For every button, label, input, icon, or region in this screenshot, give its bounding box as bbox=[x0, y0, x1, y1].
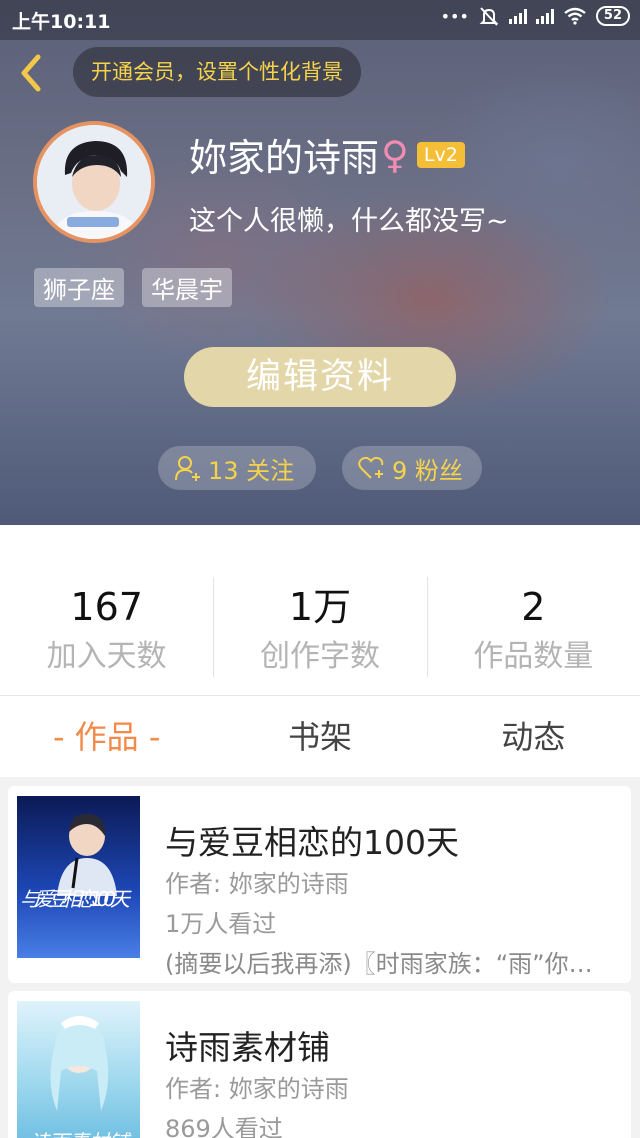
nickname: 妳家的诗雨 bbox=[189, 136, 380, 180]
stat-days-label: 加入天数 bbox=[46, 639, 167, 674]
tab-works[interactable]: - 作品 - bbox=[0, 696, 213, 777]
following-button[interactable]: 13 关注 bbox=[158, 446, 316, 490]
stats-bar: 167 加入天数 1万 创作字数 2 作品数量 bbox=[0, 525, 640, 695]
work-views: 1万人看过 bbox=[165, 910, 277, 938]
work-views: 869人看过 bbox=[165, 1115, 283, 1138]
nickname-row: 妳家的诗雨 ♀ Lv2 bbox=[189, 127, 465, 182]
tab-bookshelf[interactable]: 书架 bbox=[213, 696, 426, 777]
work-title: 与爱豆相恋的100天 bbox=[165, 823, 459, 862]
level-badge: Lv2 bbox=[416, 141, 465, 168]
alarm-off-icon bbox=[479, 7, 499, 26]
status-time: 上午10:11 bbox=[12, 11, 111, 33]
stat-works-value: 2 bbox=[521, 585, 546, 629]
stat-days: 167 加入天数 bbox=[0, 525, 213, 695]
book-cover-image: 诗雨素材铺 bbox=[17, 1001, 140, 1138]
status-icons: ••• 52 bbox=[441, 6, 630, 26]
edit-profile-button[interactable]: 编辑资料 bbox=[184, 347, 456, 407]
stat-days-value: 167 bbox=[70, 585, 143, 629]
profile-tabs: - 作品 - 书架 动态 bbox=[0, 695, 640, 777]
stat-words-label: 创作字数 bbox=[259, 639, 380, 674]
battery-icon: 52 bbox=[595, 6, 630, 26]
works-list: 与爱豆相恋100天 与爱豆相恋的100天 作者: 妳家的诗雨 1万人看过 (摘要… bbox=[0, 777, 640, 1138]
tag-zodiac: 狮子座 bbox=[34, 268, 124, 307]
bio-text: 这个人很懒，什么都没写~ bbox=[189, 206, 509, 237]
book-cover: 与爱豆相恋100天 bbox=[17, 796, 140, 958]
stat-works: 2 作品数量 bbox=[426, 525, 640, 695]
avatar[interactable] bbox=[33, 121, 155, 243]
back-button[interactable] bbox=[16, 53, 46, 93]
profile-header: 上午10:11 ••• 52 开通会员，设置个性化背景 妳家的诗雨 ♀ Lv2 … bbox=[0, 0, 640, 525]
wifi-icon bbox=[564, 7, 586, 25]
chevron-left-icon bbox=[21, 54, 41, 92]
stat-words-value: 1万 bbox=[288, 585, 352, 629]
status-bar: 上午10:11 ••• 52 bbox=[0, 0, 640, 40]
avatar-image bbox=[37, 125, 151, 239]
tag-idol: 华晨宇 bbox=[142, 268, 232, 307]
book-cover-title: 与爱豆相恋100天 bbox=[20, 887, 132, 911]
work-title: 诗雨素材铺 bbox=[165, 1028, 330, 1067]
work-description: (摘要以后我再添)〖时雨家族：“雨”你共度〗 bbox=[165, 950, 605, 978]
signal-icon-2 bbox=[535, 8, 554, 24]
more-dots-icon: ••• bbox=[440, 6, 469, 26]
work-author: 作者: 妳家的诗雨 bbox=[165, 870, 349, 898]
heart-plus-icon bbox=[358, 456, 384, 479]
profile-tags: 狮子座 华晨宇 bbox=[34, 268, 232, 307]
tab-activity[interactable]: 动态 bbox=[427, 696, 640, 777]
book-cover-image: 与爱豆相恋100天 bbox=[17, 796, 140, 958]
fans-button[interactable]: 9 粉丝 bbox=[342, 446, 482, 490]
female-icon: ♀ bbox=[381, 132, 409, 177]
work-author: 作者: 妳家的诗雨 bbox=[165, 1075, 349, 1103]
following-count: 13 关注 bbox=[208, 456, 295, 485]
fans-count: 9 粉丝 bbox=[392, 456, 463, 485]
signal-icon-1 bbox=[508, 8, 527, 24]
book-cover-title: 诗雨素材铺 bbox=[29, 1130, 132, 1138]
book-cover: 诗雨素材铺 bbox=[17, 1001, 140, 1138]
work-card[interactable]: 与爱豆相恋100天 与爱豆相恋的100天 作者: 妳家的诗雨 1万人看过 (摘要… bbox=[8, 786, 631, 983]
add-user-icon bbox=[175, 456, 200, 481]
stat-works-label: 作品数量 bbox=[473, 639, 594, 674]
work-card[interactable]: 诗雨素材铺 诗雨素材铺 作者: 妳家的诗雨 869人看过 bbox=[8, 991, 631, 1138]
vip-banner-button[interactable]: 开通会员，设置个性化背景 bbox=[73, 47, 361, 97]
stat-words: 1万 创作字数 bbox=[213, 525, 426, 695]
